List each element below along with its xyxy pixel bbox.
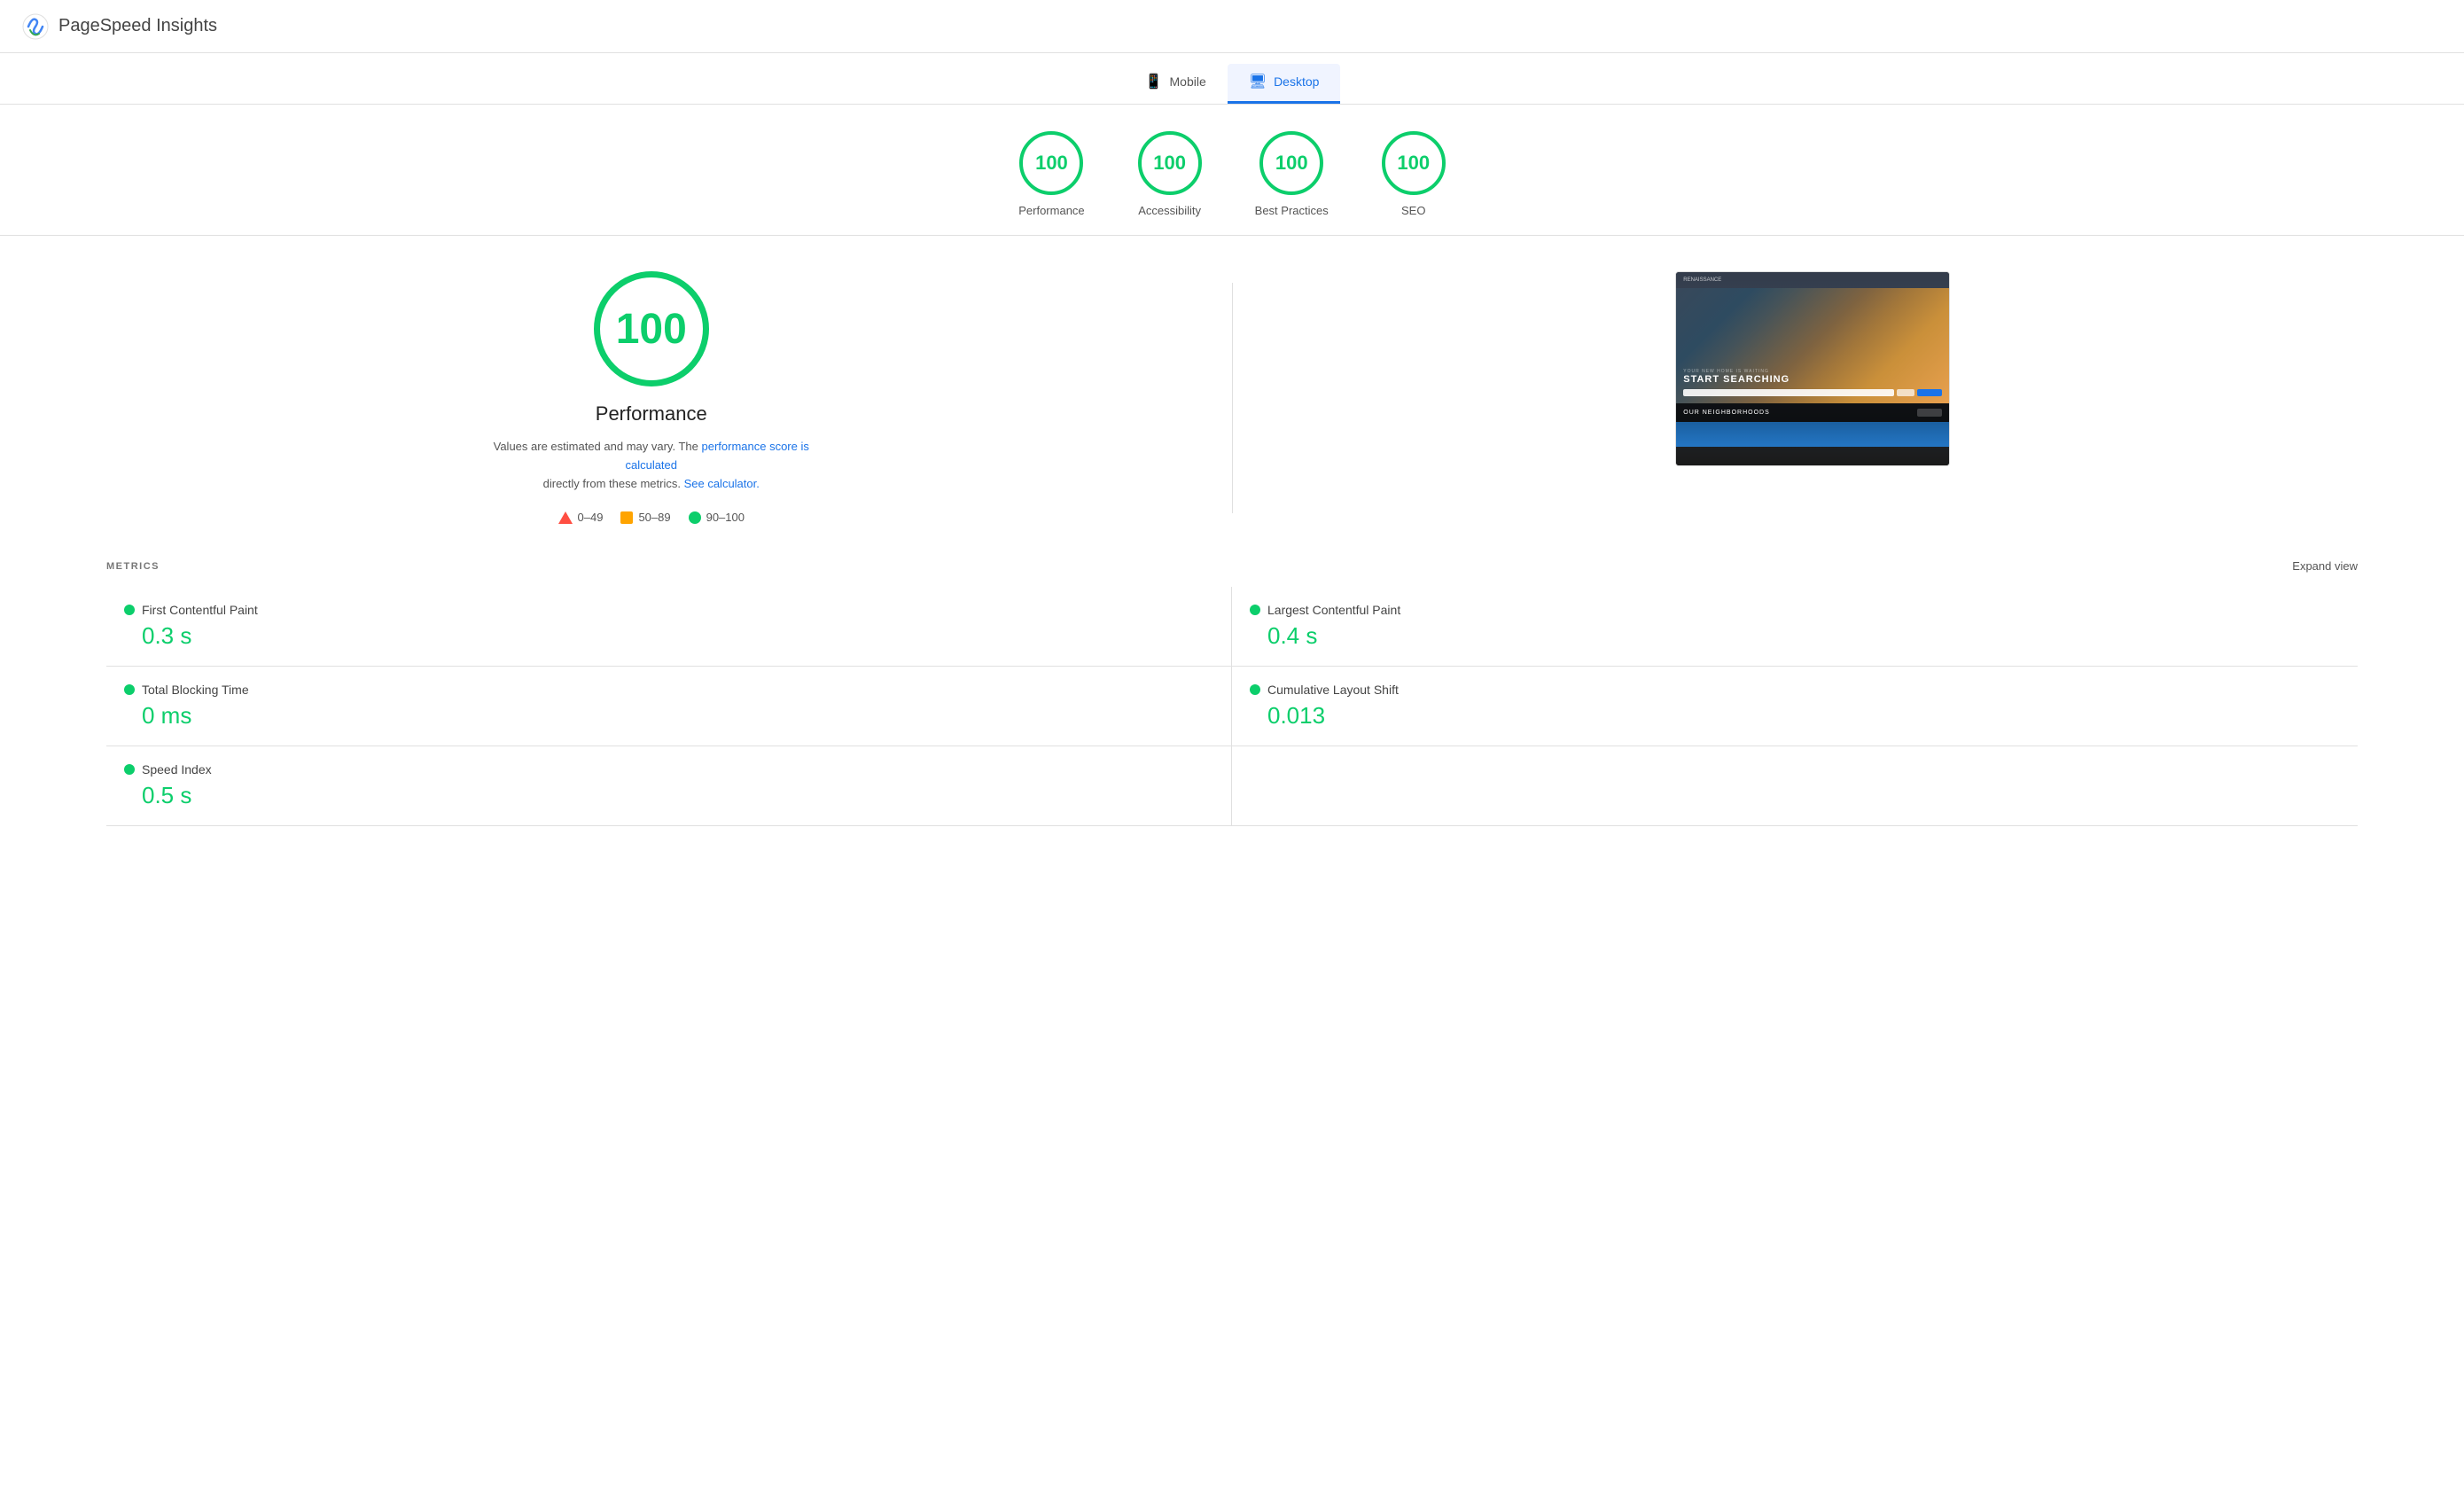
metric-si-name-row: Speed Index: [124, 762, 1213, 777]
legend-pass-range: 90–100: [706, 511, 745, 524]
score-circle-best-practices: 100: [1259, 131, 1323, 195]
tab-desktop[interactable]: 🖥 Desktop: [1228, 64, 1341, 104]
screenshot-search-bar: [1683, 389, 1942, 396]
screenshot-brand-text: RENAISSANCE: [1683, 277, 1721, 283]
legend: 0–49 50–89 90–100: [558, 511, 745, 524]
metrics-header: METRICS Expand view: [106, 559, 2358, 573]
pass-circle-icon: [689, 511, 701, 524]
metric-empty: [1232, 746, 2358, 826]
score-value-performance: 100: [1035, 152, 1068, 175]
metric-fcp-name-row: First Contentful Paint: [124, 603, 1213, 617]
left-panel: 100 Performance Values are estimated and…: [106, 271, 1197, 524]
metric-lcp: Largest Contentful Paint 0.4 s: [1232, 587, 2358, 667]
metric-lcp-name-row: Largest Contentful Paint: [1250, 603, 2340, 617]
score-label-accessibility: Accessibility: [1138, 204, 1201, 217]
screenshot-bottom-bar: OUR NEIGHBORHOODS: [1676, 403, 1949, 422]
score-value-best-practices: 100: [1275, 152, 1308, 175]
big-score-title: Performance: [596, 402, 707, 425]
metric-fcp: First Contentful Paint 0.3 s: [106, 587, 1232, 667]
metric-si-dot: [124, 764, 135, 775]
screenshot-neighborhoods-text: OUR NEIGHBORHOODS: [1683, 410, 1770, 416]
vertical-divider: [1232, 283, 1233, 513]
score-note-text1: Values are estimated and may vary. The: [494, 440, 698, 453]
score-accessibility: 100 Accessibility: [1138, 131, 1202, 217]
metric-cls-dot: [1250, 684, 1260, 695]
metric-lcp-value: 0.4 s: [1250, 622, 2340, 650]
metric-cls-value: 0.013: [1250, 702, 2340, 730]
screenshot-inner: RENAISSANCE Your new home is waiting STA…: [1676, 272, 1949, 465]
metric-tbt-value: 0 ms: [124, 702, 1213, 730]
right-panel: RENAISSANCE Your new home is waiting STA…: [1268, 271, 2359, 466]
header: PageSpeed Insights: [0, 0, 2464, 53]
calculator-link[interactable]: See calculator.: [684, 477, 760, 490]
score-label-best-practices: Best Practices: [1255, 204, 1329, 217]
screenshot-preview: RENAISSANCE Your new home is waiting STA…: [1675, 271, 1950, 466]
metric-cls: Cumulative Layout Shift 0.013: [1232, 667, 2358, 746]
metric-si-name: Speed Index: [142, 762, 212, 777]
score-seo: 100 SEO: [1382, 131, 1446, 217]
metric-tbt-name-row: Total Blocking Time: [124, 683, 1213, 697]
big-score-circle: 100: [594, 271, 709, 386]
screenshot-top-bar: RENAISSANCE: [1676, 272, 1949, 288]
score-circle-seo: 100: [1382, 131, 1446, 195]
metric-tbt-dot: [124, 684, 135, 695]
legend-fail: 0–49: [558, 511, 604, 524]
metrics-section: METRICS Expand view First Contentful Pai…: [0, 559, 2464, 862]
logo-area: PageSpeed Insights: [21, 12, 217, 41]
metric-fcp-name: First Contentful Paint: [142, 603, 258, 617]
metric-fcp-value: 0.3 s: [124, 622, 1213, 650]
app-title: PageSpeed Insights: [58, 16, 217, 36]
metric-cls-name: Cumulative Layout Shift: [1267, 683, 1399, 697]
metric-tbt-name: Total Blocking Time: [142, 683, 249, 697]
metrics-grid: First Contentful Paint 0.3 s Largest Con…: [106, 587, 2358, 826]
expand-view-button[interactable]: Expand view: [2292, 559, 2358, 573]
legend-average-range: 50–89: [638, 511, 670, 524]
tab-mobile[interactable]: 📱 Mobile: [1124, 64, 1228, 104]
pagespeed-logo-icon: [21, 12, 50, 41]
legend-average: 50–89: [620, 511, 670, 524]
screenshot-bottom-section: [1676, 422, 1949, 447]
metric-fcp-dot: [124, 605, 135, 615]
metrics-title: METRICS: [106, 561, 160, 572]
score-circle-accessibility: 100: [1138, 131, 1202, 195]
main-content: 100 Performance Values are estimated and…: [0, 236, 2464, 559]
desktop-icon: 🖥: [1249, 73, 1267, 90]
score-best-practices: 100 Best Practices: [1255, 131, 1329, 217]
mobile-icon: 📱: [1145, 73, 1163, 90]
screenshot-hero-title: START SEARCHING: [1683, 374, 1942, 385]
score-value-accessibility: 100: [1153, 152, 1186, 175]
big-score-value: 100: [616, 305, 687, 354]
tab-desktop-label: Desktop: [1274, 74, 1319, 89]
metric-tbt: Total Blocking Time 0 ms: [106, 667, 1232, 746]
screenshot-search-button: [1917, 389, 1942, 396]
metric-si-value: 0.5 s: [124, 782, 1213, 809]
metric-lcp-name: Largest Contentful Paint: [1267, 603, 1400, 617]
metric-cls-name-row: Cumulative Layout Shift: [1250, 683, 2340, 697]
metric-si: Speed Index 0.5 s: [106, 746, 1232, 826]
tab-mobile-label: Mobile: [1170, 74, 1206, 89]
score-circle-performance: 100: [1019, 131, 1083, 195]
score-value-seo: 100: [1397, 152, 1430, 175]
score-performance: 100 Performance: [1018, 131, 1084, 217]
screenshot-view-all-button: [1917, 409, 1942, 417]
legend-pass: 90–100: [689, 511, 745, 524]
average-square-icon: [620, 511, 633, 524]
screenshot-hero: Your new home is waiting START SEARCHING: [1676, 288, 1949, 403]
legend-fail-range: 0–49: [578, 511, 604, 524]
score-label-seo: SEO: [1401, 204, 1425, 217]
score-note: Values are estimated and may vary. The p…: [483, 438, 820, 493]
score-label-performance: Performance: [1018, 204, 1084, 217]
fail-triangle-icon: [558, 511, 573, 524]
tab-bar: 📱 Mobile 🖥 Desktop: [0, 53, 2464, 105]
score-note-text2: directly from these metrics.: [543, 477, 681, 490]
metric-lcp-dot: [1250, 605, 1260, 615]
scores-section: 100 Performance 100 Accessibility 100 Be…: [0, 105, 2464, 236]
screenshot-search-input: [1683, 389, 1894, 396]
screenshot-filter-input: [1897, 389, 1914, 396]
